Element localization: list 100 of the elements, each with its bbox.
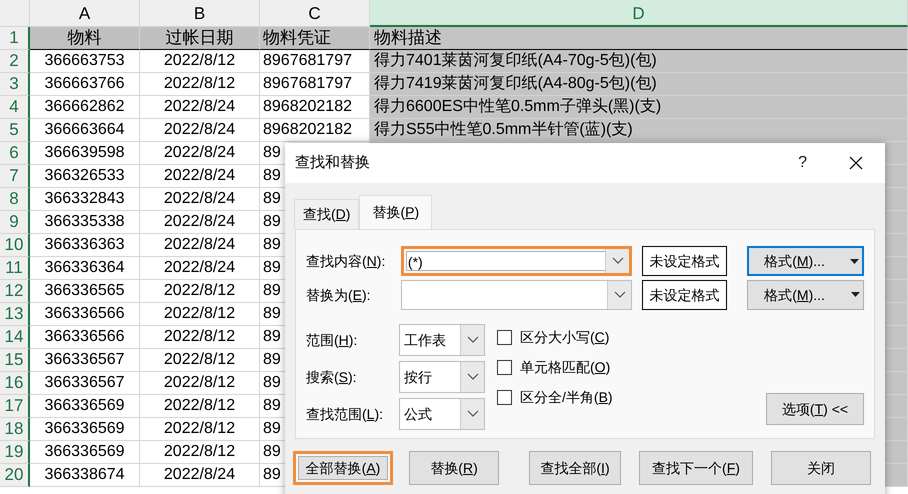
table-cell: 2022/8/12 (140, 372, 260, 395)
row-header[interactable]: 17 (0, 395, 30, 418)
table-cell: 2022/8/12 (140, 395, 260, 418)
dropdown[interactable]: 工作表 (399, 324, 485, 356)
dropdown[interactable]: 公式 (399, 398, 485, 430)
dialog-button[interactable]: 全部替换(A) (293, 451, 393, 485)
table-cell: 366332843 (30, 188, 140, 211)
column-header[interactable]: B (140, 0, 260, 27)
row-header[interactable]: 19 (0, 441, 30, 464)
table-cell: 2022/8/24 (140, 188, 260, 211)
format-button[interactable]: 格式(M)... (747, 246, 864, 276)
row-header[interactable]: 8 (0, 188, 30, 211)
table-cell: 2022/8/24 (140, 96, 260, 119)
checkbox[interactable] (497, 330, 512, 344)
table-cell: 2022/8/12 (140, 441, 260, 464)
replace-field[interactable] (400, 280, 632, 310)
table-cell: 366336364 (30, 257, 140, 280)
table-cell: 2022/8/24 (140, 119, 260, 142)
dialog-button[interactable]: 查找全部(I) (529, 451, 621, 485)
chevron-down-icon (466, 336, 478, 344)
table-cell: 366336565 (30, 280, 140, 303)
table-cell: 2022/8/12 (140, 418, 260, 441)
row-header[interactable]: 20 (0, 464, 30, 487)
table-cell: 2022/8/24 (140, 211, 260, 234)
tab[interactable]: 查找(D) (294, 199, 360, 229)
chevron-down-icon (466, 373, 478, 381)
row-header[interactable]: 18 (0, 418, 30, 441)
checkbox[interactable] (497, 390, 512, 404)
table-cell: 物料 (30, 27, 140, 50)
row-header[interactable]: 6 (0, 142, 30, 165)
table-cell: 366336363 (30, 234, 140, 257)
table-cell: 过帐日期 (140, 27, 260, 50)
table-cell: 366336567 (30, 349, 140, 372)
close-icon[interactable] (849, 156, 863, 170)
table-cell: 2022/8/12 (140, 73, 260, 96)
row-header[interactable]: 7 (0, 165, 30, 188)
table-cell: 物料描述 (370, 27, 908, 50)
caret-icon[interactable] (850, 259, 859, 264)
table-cell: 366336569 (30, 418, 140, 441)
row-header[interactable]: 9 (0, 211, 30, 234)
format-preview[interactable]: 未设定格式 (642, 246, 728, 276)
row-header[interactable]: 15 (0, 349, 30, 372)
table-cell: 366663664 (30, 119, 140, 142)
format-preview[interactable]: 未设定格式 (642, 280, 728, 310)
row-header[interactable]: 3 (0, 73, 30, 96)
table-cell: 得力S55中性笔0.5mm半针管(蓝)(支) (370, 119, 908, 142)
table-cell: 366336569 (30, 395, 140, 418)
table-cell: 366639598 (30, 142, 140, 165)
table-cell: 2022/8/24 (140, 165, 260, 188)
table-cell: 2022/8/24 (140, 142, 260, 165)
table-cell: 366663753 (30, 50, 140, 73)
checkbox[interactable] (497, 360, 512, 374)
dialog-button[interactable]: 替换(R) (409, 451, 499, 485)
column-header[interactable]: C (260, 0, 370, 27)
table-cell: 2022/8/24 (140, 234, 260, 257)
table-cell: 2022/8/12 (140, 349, 260, 372)
table-cell: 2022/8/12 (140, 50, 260, 73)
field-label: 范围(H): (306, 330, 358, 350)
row-header[interactable]: 14 (0, 326, 30, 349)
table-cell: 366338674 (30, 464, 140, 487)
field-label: 替换为(E): (306, 286, 372, 305)
row-header[interactable]: 11 (0, 257, 30, 280)
table-cell: 366335338 (30, 211, 140, 234)
checkbox-label[interactable]: 区分全/半角(B) (520, 386, 613, 408)
table-cell: 366336569 (30, 441, 140, 464)
table-cell: 2022/8/24 (140, 464, 260, 487)
table-cell: 366336566 (30, 303, 140, 326)
table-cell: 得力6600ES中性笔0.5mm子弹头(黑)(支) (370, 96, 908, 119)
format-button[interactable]: 格式(M)... (747, 280, 864, 310)
chevron-down-icon (612, 257, 624, 265)
row-header[interactable]: 16 (0, 372, 30, 395)
table-cell: 2022/8/24 (140, 257, 260, 280)
table-cell: 物料凭证 (260, 27, 370, 50)
row-header[interactable]: 12 (0, 280, 30, 303)
row-header[interactable]: 10 (0, 234, 30, 257)
find-field[interactable]: (*) (400, 246, 632, 276)
row-header[interactable]: 4 (0, 96, 30, 119)
options-button[interactable]: 选项(T) << (766, 393, 864, 425)
checkbox-label[interactable]: 区分大小写(C) (520, 326, 610, 348)
dialog-button[interactable]: 关闭 (771, 451, 871, 485)
help-button[interactable]: ? (798, 151, 807, 175)
table-cell: 366336567 (30, 372, 140, 395)
column-header[interactable]: A (30, 0, 140, 27)
table-cell: 366662862 (30, 96, 140, 119)
checkbox-label[interactable]: 单元格匹配(O) (520, 356, 610, 378)
caret-icon[interactable] (851, 292, 860, 297)
dropdown[interactable]: 按行 (399, 361, 485, 393)
table-cell: 得力7401莱茵河复印纸(A4-70g-5包)(包) (370, 50, 908, 73)
table-cell: 得力7419莱茵河复印纸(A4-80g-5包)(包) (370, 73, 908, 96)
table-cell: 366326533 (30, 165, 140, 188)
row-header[interactable]: 2 (0, 50, 30, 73)
chevron-down-icon (466, 410, 478, 418)
dialog-button[interactable]: 查找下一个(F) (639, 451, 753, 485)
tab[interactable]: 替换(P) (359, 195, 432, 229)
row-header[interactable]: 1 (0, 27, 30, 50)
row-header[interactable]: 13 (0, 303, 30, 326)
table-cell: 2022/8/12 (140, 303, 260, 326)
chevron-down-icon (614, 291, 626, 299)
table-cell: 2022/8/12 (140, 280, 260, 303)
row-header[interactable]: 5 (0, 119, 30, 142)
